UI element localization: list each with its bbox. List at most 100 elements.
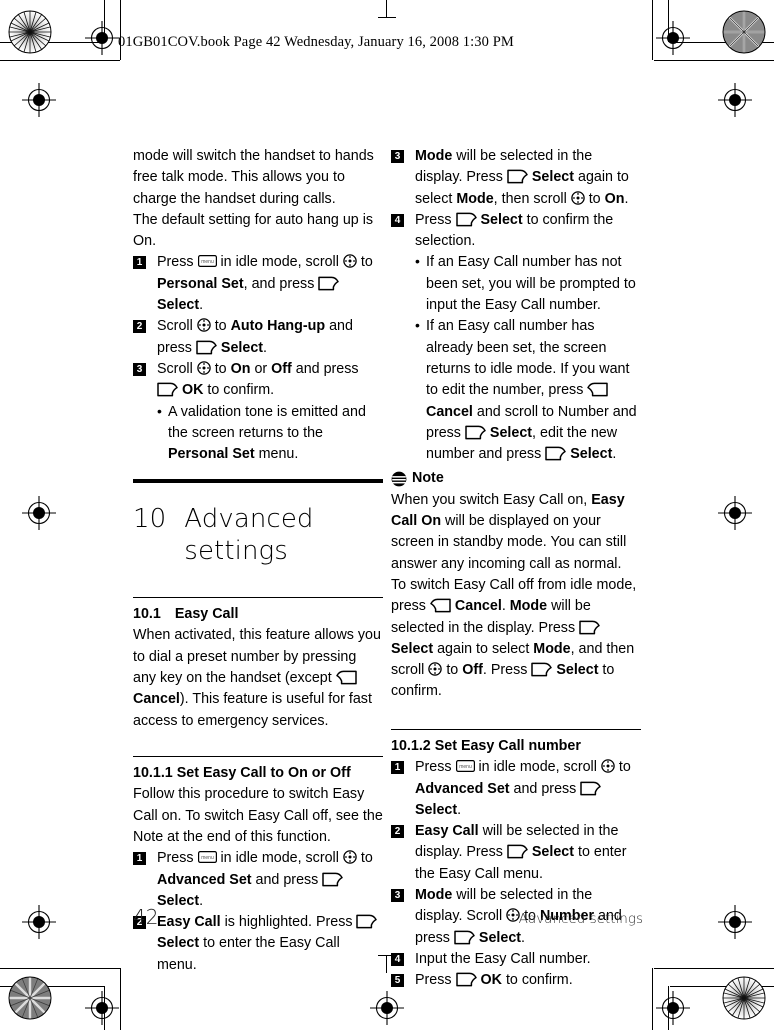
select-softkey-icon [507, 845, 528, 859]
emphasis-text: Mode [415, 886, 453, 903]
emphasis-text: Select [157, 892, 200, 909]
registration-mark-top-right [656, 21, 690, 55]
note-heading: Note [391, 468, 641, 489]
section-number: 10.1 [133, 606, 161, 623]
select-softkey-icon [322, 872, 344, 886]
section-title: Easy Call [174, 606, 239, 623]
emphasis-text: Mode [533, 640, 571, 657]
footer-chapter-label: Advanced settings [518, 911, 643, 927]
step-item: 3 Scroll to On or Off and press OK to co… [133, 359, 383, 402]
step-number: 4 [391, 952, 404, 966]
emphasis-text: Select [570, 446, 613, 463]
registration-mark-left-mid [22, 496, 56, 530]
select-softkey-icon [465, 425, 486, 440]
emphasis-text: Select [480, 211, 523, 228]
step-number: 3 [391, 888, 404, 902]
emphasis-text: Select [556, 662, 599, 679]
navigation-scroll-icon [343, 850, 357, 865]
menu-key-icon: menu [197, 255, 217, 268]
select-softkey-icon [507, 169, 528, 184]
emphasis-text: Select [531, 844, 575, 861]
emphasis-text: Easy Call On [391, 491, 625, 530]
registration-mark-left-lower [22, 905, 56, 939]
svg-text:menu: menu [201, 260, 214, 266]
menu-key-icon: menu [197, 851, 217, 864]
section-rule [133, 596, 383, 599]
emphasis-text: Advanced Set [415, 780, 510, 797]
note-body-2: To switch Easy Call off from idle mode, … [391, 576, 637, 700]
emphasis-text: Select [391, 640, 434, 657]
step-item: 4 Input the Easy Call number. [391, 949, 641, 970]
bullet-item: • If an Easy call number has already bee… [391, 316, 641, 465]
emphasis-text: Off [271, 360, 292, 377]
bullet-text: If an Easy call number has already been … [426, 318, 637, 463]
bullet-item: • If an Easy Call number has not been se… [391, 252, 641, 316]
print-control-swatch-top-left [8, 10, 52, 54]
step-item: 4 Press Select to confirm the selection. [391, 210, 641, 253]
section-heading-10-1-1: 10.1.1 Set Easy Call to On or Off [133, 765, 351, 782]
step-text: Press menu in idle mode, scroll to Advan… [157, 850, 373, 909]
emphasis-text: Select [220, 339, 264, 356]
step-item: 2 Easy Call will be selected in the disp… [391, 821, 641, 885]
registration-mark-bottom-center [370, 991, 404, 1025]
emphasis-text: Cancel [454, 598, 502, 615]
section-heading-10-1-2: 10.1.2 Set Easy Call number [391, 737, 581, 754]
select-softkey-icon [455, 972, 477, 987]
chapter-heading: 10 Advanced settings [133, 503, 383, 567]
emphasis-text: Advanced Set [157, 871, 252, 888]
select-softkey-icon [454, 930, 475, 944]
cancel-softkey-icon [430, 598, 451, 613]
emphasis-text: Select [489, 424, 533, 441]
steps-list-auto-hang-up: 1 Press menu in idle mode, scroll to Per… [133, 252, 383, 465]
bullet-marker: • [157, 402, 162, 419]
section-rule [133, 755, 383, 758]
book-file-header: 01GB01COV.book Page 42 Wednesday, Januar… [118, 34, 514, 50]
emphasis-text: Easy Call [157, 914, 221, 931]
step-text: Scroll to On or Off and press OK to conf… [157, 360, 359, 399]
registration-mark-right-mid [718, 496, 752, 530]
emphasis-text: OK [480, 972, 502, 989]
left-text-column: mode will switch the handset to hands fr… [133, 146, 383, 976]
registration-mark-right-upper [718, 83, 752, 117]
print-control-swatch-top-right [722, 10, 766, 54]
navigation-scroll-icon [196, 318, 211, 333]
step-number: 5 [391, 974, 404, 988]
print-control-swatch-bottom-left [8, 976, 52, 1020]
menu-key-icon: menu [455, 760, 475, 773]
step-number: 2 [133, 320, 146, 334]
select-softkey-icon [545, 446, 566, 461]
step-number: 3 [133, 362, 146, 376]
bullet-marker: • [415, 253, 420, 270]
steps-list-continued: 3 Mode will be selected in the display. … [391, 146, 641, 465]
select-softkey-icon [531, 662, 553, 677]
select-softkey-icon [356, 914, 378, 929]
registration-mark-bottom-left [85, 991, 119, 1025]
registration-mark-top-left [85, 21, 119, 55]
step-number: 2 [391, 825, 404, 839]
select-softkey-icon [580, 781, 602, 795]
step-item: 2 Scroll to Auto Hang-up and press Selec… [133, 316, 383, 359]
registration-mark-bottom-right [656, 991, 690, 1025]
printed-page: 01GB01COV.book Page 42 Wednesday, Januar… [0, 0, 774, 1030]
emphasis-text: Off [462, 662, 483, 679]
step-text: Mode will be selected in the display. Pr… [415, 148, 629, 207]
bullet-text: A validation tone is emitted and the scr… [168, 403, 366, 463]
step-item: 1 Press menu in idle mode, scroll to Per… [133, 252, 383, 316]
step-number: 4 [391, 213, 404, 227]
emphasis-text: OK [181, 382, 204, 399]
svg-text:menu: menu [459, 764, 472, 770]
chapter-number: 10 [133, 503, 167, 534]
emphasis-text: Easy Call [415, 823, 479, 840]
step-item: 1 Press menu in idle mode, scroll to Adv… [391, 757, 641, 821]
emphasis-text: Select [157, 935, 200, 952]
emphasis-text: Auto Hang-up [230, 318, 326, 335]
step-text: Press menu in idle mode, scroll to Perso… [157, 254, 373, 314]
emphasis-text: Personal Set [157, 275, 244, 292]
emphasis-text: Personal Set [168, 446, 255, 463]
chapter-title: Advanced settings [184, 503, 314, 566]
step-text: Input the Easy Call number. [415, 950, 591, 967]
bullet-item: • A validation tone is emitted and the s… [133, 402, 383, 466]
step-item: 3 Mode will be selected in the display. … [391, 146, 641, 210]
chapter-rule [133, 479, 383, 483]
navigation-scroll-icon [601, 759, 615, 773]
